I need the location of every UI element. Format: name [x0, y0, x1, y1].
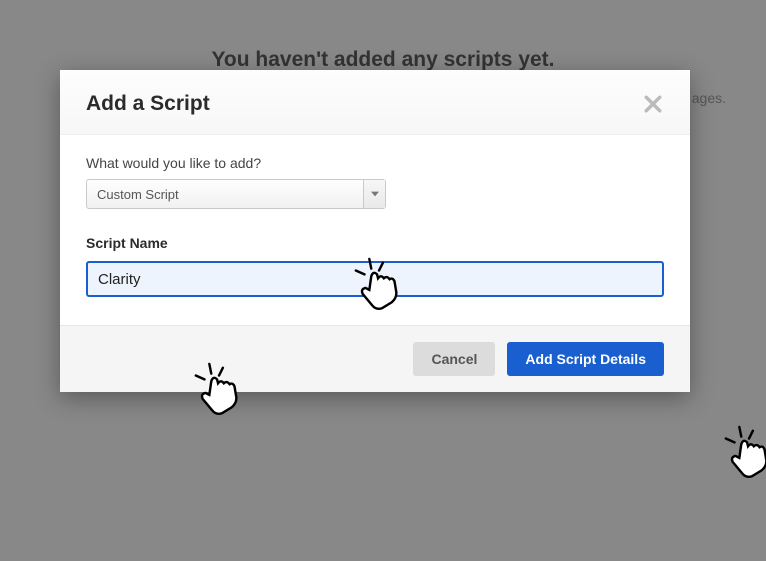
modal-footer: Cancel Add Script Details	[60, 325, 690, 392]
modal-title: Add a Script	[86, 92, 210, 116]
script-name-input[interactable]: Clarity	[86, 261, 664, 297]
chevron-down-icon	[371, 191, 379, 197]
cancel-button[interactable]: Cancel	[413, 342, 495, 376]
modal-header: Add a Script	[60, 70, 690, 135]
close-icon	[644, 95, 662, 113]
modal-body: What would you like to add? Custom Scrip…	[60, 135, 690, 325]
script-type-select[interactable]: Custom Script	[86, 179, 386, 209]
script-name-value: Clarity	[98, 271, 141, 288]
script-type-label: What would you like to add?	[86, 155, 664, 171]
select-caret-button[interactable]	[363, 180, 385, 208]
script-type-value: Custom Script	[97, 187, 179, 202]
add-script-modal: Add a Script What would you like to add?…	[60, 70, 690, 392]
add-script-details-button[interactable]: Add Script Details	[507, 342, 664, 376]
script-name-label: Script Name	[86, 235, 664, 251]
close-button[interactable]	[642, 93, 664, 115]
modal-overlay: Add a Script What would you like to add?…	[0, 0, 766, 561]
